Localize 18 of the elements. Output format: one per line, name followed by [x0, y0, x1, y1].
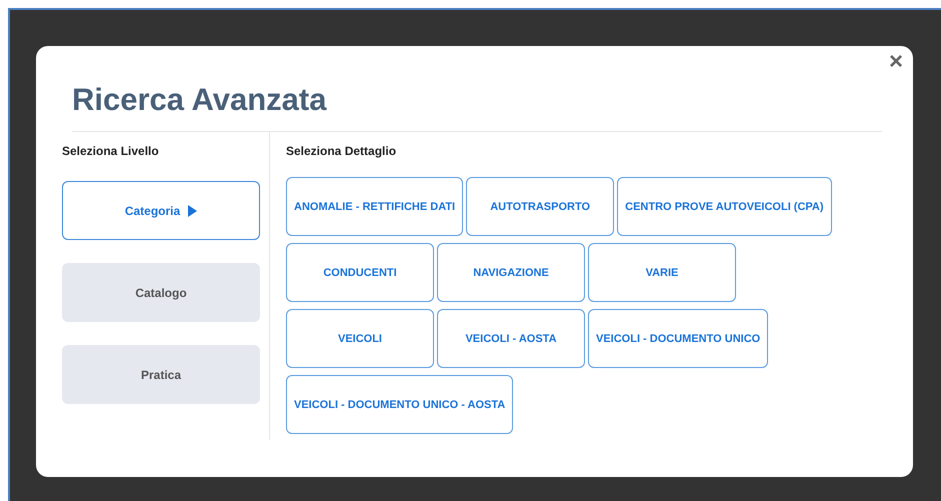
section-heading: Seleziona Dettaglio [286, 144, 398, 158]
level-button[interactable]: Pratica [62, 345, 260, 404]
category-button[interactable]: VEICOLI - DOCUMENTO UNICO - AOSTA [286, 375, 514, 434]
category-button[interactable]: VARIE [588, 243, 736, 302]
close-button[interactable]: × [888, 50, 903, 74]
category-button[interactable]: CENTRO PROVE AUTOVEICOLI (CPA) [617, 177, 832, 236]
section-heading: Seleziona Livello [62, 144, 160, 158]
level-button[interactable]: Catalogo [62, 263, 260, 322]
category-button[interactable]: ANOMALIE - RETTIFICHE DATI [286, 177, 464, 236]
level-button[interactable]: Categoria [62, 181, 260, 240]
category-button[interactable]: CONDUCENTI [286, 243, 434, 302]
dialog-title: Ricerca Avanzata [72, 76, 882, 132]
category-button[interactable]: VEICOLI [286, 309, 434, 368]
category-button[interactable]: NAVIGAZIONE [437, 243, 585, 302]
play-icon [188, 204, 198, 216]
category-button[interactable]: AUTOTRASPORTO [466, 177, 614, 236]
category-button[interactable]: VEICOLI - AOSTA [437, 309, 585, 368]
category-button[interactable]: VEICOLI - DOCUMENTO UNICO [588, 309, 768, 368]
